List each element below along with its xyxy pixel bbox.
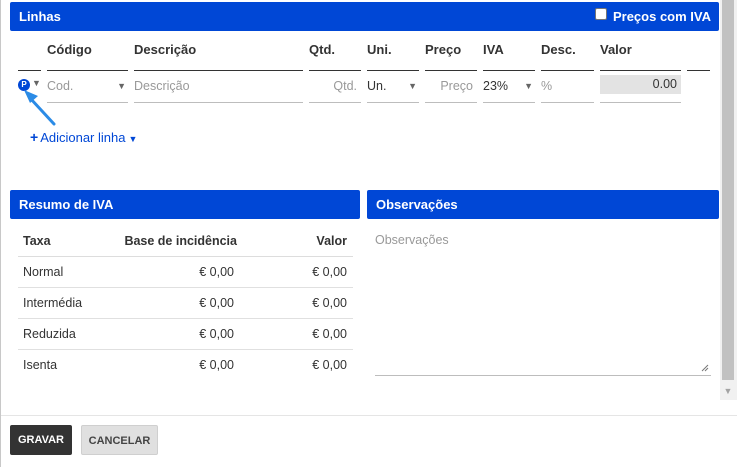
scrollbar-thumb[interactable] — [722, 0, 734, 380]
observations-textarea[interactable]: Observações — [375, 226, 711, 376]
code-dropdown-icon[interactable]: ▼ — [117, 72, 126, 100]
header-divider — [18, 70, 41, 71]
table-row: Reduzida € 0,00 € 0,00 — [18, 319, 353, 350]
code-field[interactable]: Cod. ▼ — [47, 72, 128, 103]
table-row: Isenta € 0,00 € 0,00 — [18, 350, 353, 381]
table-row: Intermédia € 0,00 € 0,00 — [18, 288, 353, 319]
unit-select[interactable]: Un. ▼ — [367, 72, 419, 103]
prices-with-vat-checkbox[interactable] — [594, 7, 607, 20]
unit-dropdown-icon[interactable]: ▼ — [408, 72, 417, 100]
rate-cell: Normal — [23, 265, 64, 279]
header-divider — [134, 70, 303, 71]
base-cell: € 0,00 — [199, 296, 234, 310]
qty-placeholder: Qtd. — [333, 79, 357, 93]
value-cell: € 0,00 — [312, 358, 347, 372]
vat-summary-header: Resumo de IVA — [10, 190, 360, 219]
col-header-base: Base de incidência — [124, 234, 237, 248]
rate-cell: Isenta — [23, 358, 58, 372]
observations-header: Observações — [367, 190, 719, 219]
footer-divider — [1, 415, 737, 416]
value-cell: € 0,00 — [312, 296, 347, 310]
qty-field[interactable]: Qtd. — [309, 72, 361, 103]
header-divider — [309, 70, 361, 71]
vat-select[interactable]: 23% ▼ — [483, 72, 535, 103]
col-header-value: Valor — [600, 42, 632, 57]
header-divider — [541, 70, 594, 71]
col-header-code: Código — [47, 42, 92, 57]
prices-with-vat-label: Preços com IVA — [612, 9, 711, 24]
discount-placeholder: % — [541, 79, 553, 93]
cancel-button[interactable]: CANCELAR — [81, 425, 158, 455]
plus-icon: + — [30, 129, 39, 145]
col-header-rate: Taxa — [23, 234, 51, 248]
vat-summary-title: Resumo de IVA — [19, 197, 114, 212]
col-header-discount: Desc. — [541, 42, 576, 57]
header-divider — [425, 70, 477, 71]
value-cell: € 0,00 — [312, 327, 347, 341]
vat-summary-table: Taxa Base de incidência Valor Normal € 0… — [18, 226, 353, 381]
line-value: 0.00 — [600, 75, 681, 94]
description-field[interactable]: Descrição — [134, 72, 303, 103]
header-divider — [483, 70, 535, 71]
price-field[interactable]: Preço — [425, 72, 477, 103]
base-cell: € 0,00 — [199, 327, 234, 341]
col-header-price: Preço — [425, 42, 462, 57]
col-header-description: Descrição — [134, 42, 197, 57]
header-divider — [47, 70, 128, 71]
col-header-vat-value: Valor — [316, 234, 347, 248]
scroll-down-icon[interactable]: ▼ — [722, 386, 734, 396]
header-divider — [367, 70, 419, 71]
col-header-unit: Uni. — [367, 42, 392, 57]
add-line-button[interactable]: + Adicionar linha ▼ — [30, 129, 137, 145]
lines-panel-header: Linhas Preços com IVA — [10, 2, 719, 31]
lines-title: Linhas — [19, 9, 61, 24]
vat-value: 23% — [483, 79, 509, 93]
add-line-label: Adicionar linha — [40, 130, 126, 145]
table-row: Normal € 0,00 € 0,00 — [18, 257, 353, 288]
vat-dropdown-icon[interactable]: ▼ — [524, 72, 533, 100]
header-divider — [687, 70, 710, 71]
observations-placeholder: Observações — [375, 233, 449, 247]
code-placeholder: Cod. — [47, 79, 74, 93]
rate-cell: Reduzida — [23, 327, 76, 341]
discount-field[interactable]: % — [541, 72, 594, 103]
prices-with-vat-toggle[interactable]: Preços com IVA — [594, 2, 711, 31]
resize-handle-icon[interactable] — [701, 364, 709, 372]
unit-value: Un. — [367, 79, 387, 93]
observations-title: Observações — [376, 197, 458, 212]
base-cell: € 0,00 — [199, 358, 234, 372]
header-divider — [600, 70, 681, 71]
description-placeholder: Descrição — [134, 79, 190, 93]
value-cell: € 0,00 — [312, 265, 347, 279]
base-cell: € 0,00 — [199, 265, 234, 279]
col-header-qty: Qtd. — [309, 42, 335, 57]
rate-cell: Intermédia — [23, 296, 83, 310]
table-header-row: Taxa Base de incidência Valor — [18, 226, 353, 257]
save-button[interactable]: GRAVAR — [10, 425, 72, 455]
price-placeholder: Preço — [440, 79, 473, 93]
caret-down-icon[interactable]: ▼ — [128, 134, 137, 144]
col-header-vat: IVA — [483, 42, 504, 57]
product-type-caret-icon[interactable]: ▼ — [32, 78, 41, 88]
